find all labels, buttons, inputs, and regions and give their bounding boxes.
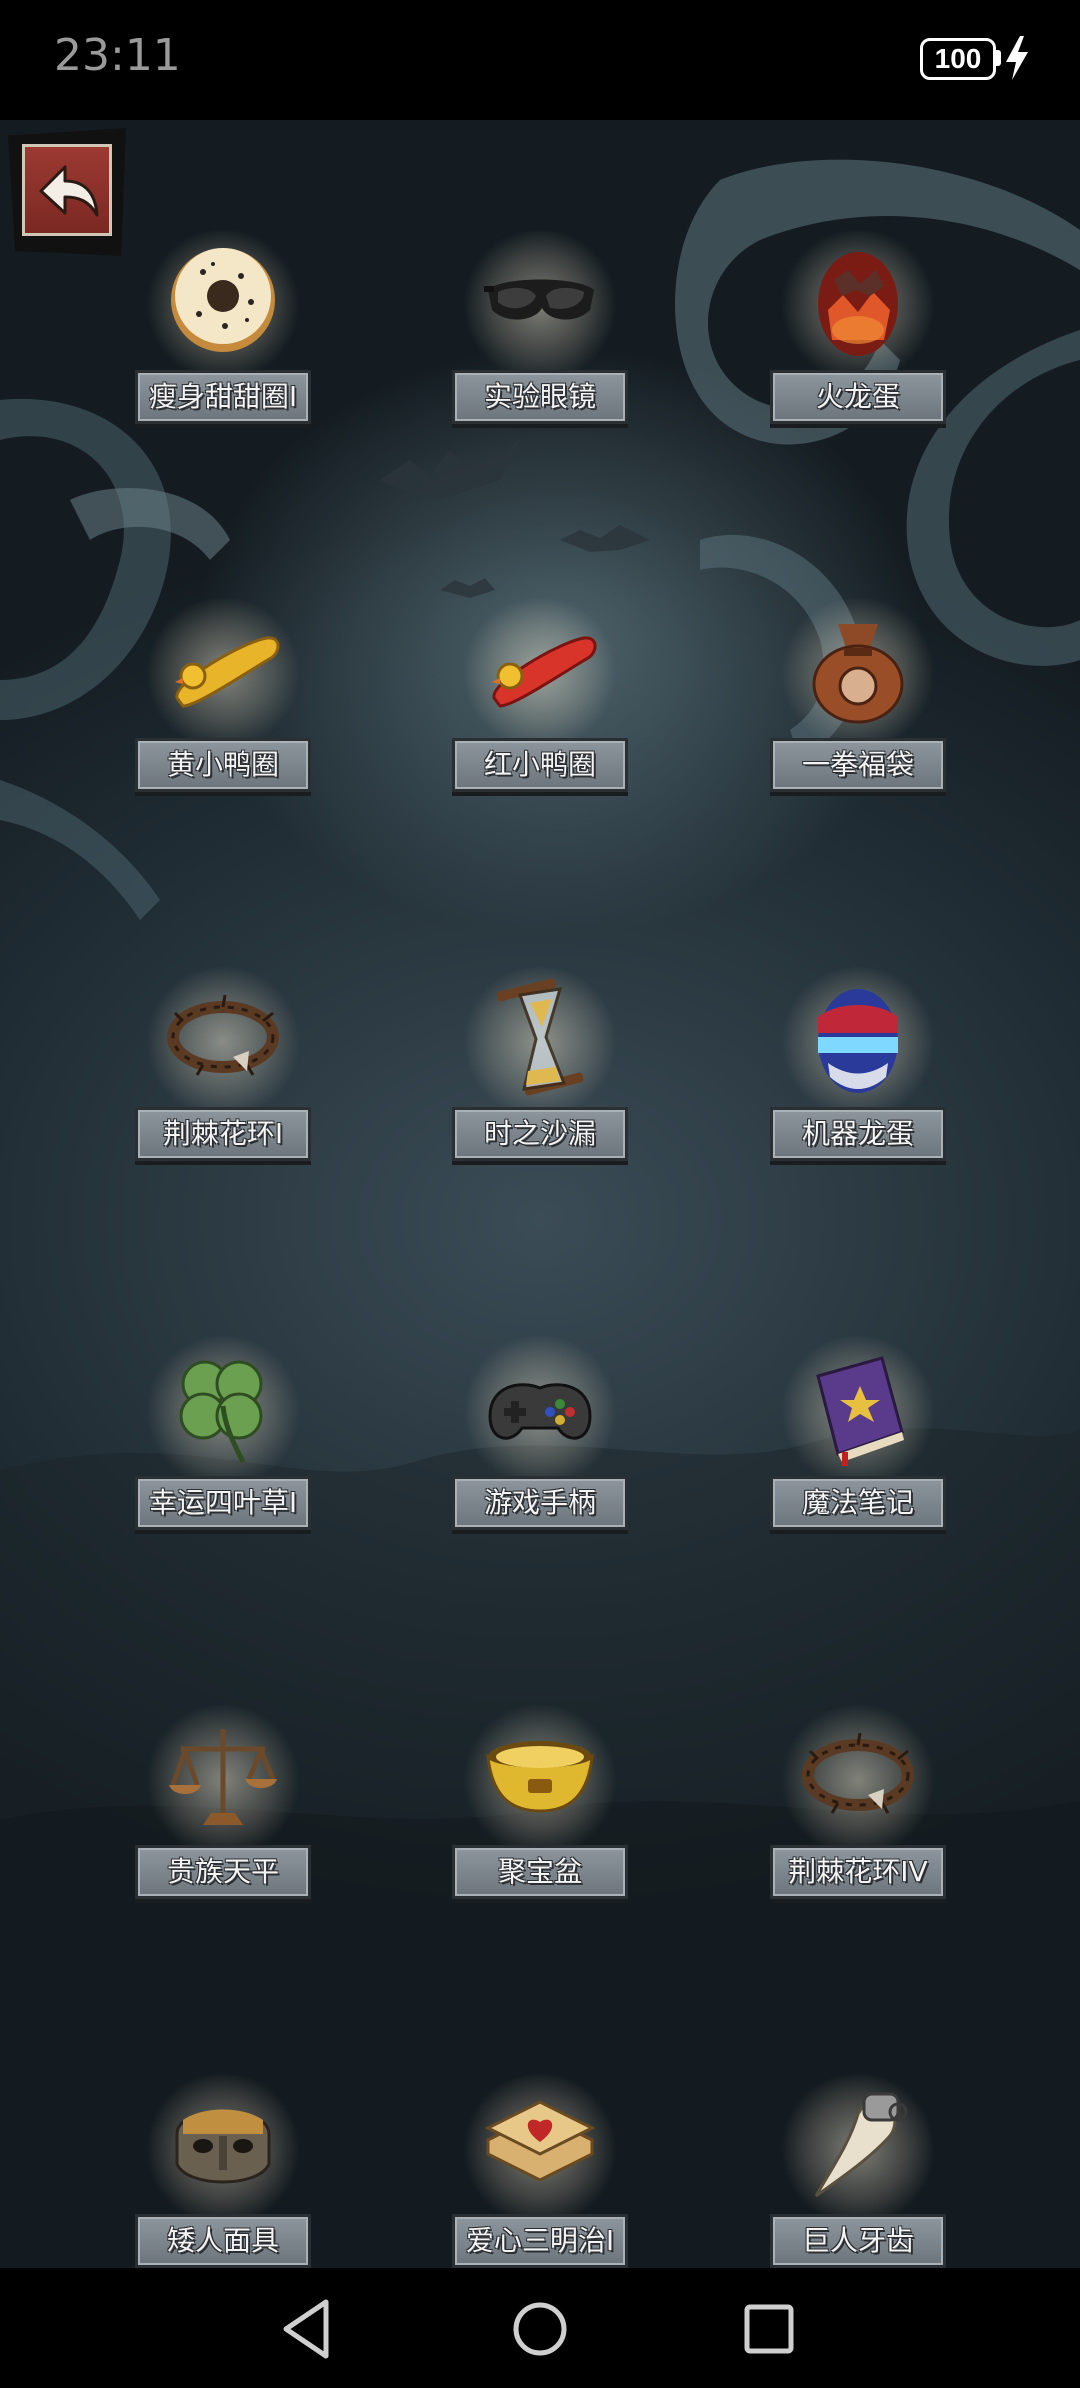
robot-dragon-egg-icon: [818, 989, 898, 1093]
item-slot[interactable]: 荆棘花环IV: [770, 1705, 946, 1905]
item-label: 巨人牙齿: [770, 2214, 946, 2268]
item-slot[interactable]: 矮人面具: [135, 2074, 311, 2268]
item-slot[interactable]: 火龙蛋: [770, 230, 946, 430]
back-button[interactable]: [8, 128, 126, 256]
game-screen: 瘦身甜甜圈I 实验眼镜 火龙蛋 黄小鸭圈 红小鸭圈 一拳福袋 荆棘花环I 时之沙…: [0, 120, 1080, 2268]
four-leaf-clover-icon: [179, 1360, 263, 1464]
item-slot[interactable]: 机器龙蛋: [770, 967, 946, 1167]
item-slot[interactable]: 实验眼镜: [452, 230, 628, 430]
item-slot[interactable]: 瘦身甜甜圈I: [135, 230, 311, 430]
thorn-wreath-icon: [167, 994, 279, 1076]
item-label: 荆棘花环IV: [770, 1845, 946, 1899]
item-slot[interactable]: 时之沙漏: [452, 967, 628, 1167]
item-slot[interactable]: 红小鸭圈: [452, 598, 628, 798]
giant-tooth-icon: [814, 2092, 908, 2198]
battery-indicator: 100: [920, 38, 996, 80]
item-slot[interactable]: 游戏手柄: [452, 1336, 628, 1536]
item-slot[interactable]: 爱心三明治I: [452, 2074, 628, 2268]
item-label: 一拳福袋: [770, 738, 946, 792]
item-slot[interactable]: 魔法笔记: [770, 1336, 946, 1536]
item-label: 机器龙蛋: [770, 1107, 946, 1161]
item-label: 红小鸭圈: [452, 738, 628, 792]
item-label: 矮人面具: [135, 2214, 311, 2268]
fist-lucky-bag-icon: [812, 624, 904, 724]
navigation-bar: [0, 2268, 1080, 2388]
gamepad-icon: [488, 1383, 592, 1440]
status-time: 23:11: [54, 30, 181, 81]
item-label: 魔法笔记: [770, 1476, 946, 1530]
item-slot[interactable]: 贵族天平: [135, 1705, 311, 1905]
item-label: 火龙蛋: [770, 370, 946, 424]
item-label: 时之沙漏: [452, 1107, 628, 1161]
item-label: 荆棘花环I: [135, 1107, 311, 1161]
item-label: 聚宝盆: [452, 1845, 628, 1899]
item-slot[interactable]: 一拳福袋: [770, 598, 946, 798]
thorn-wreath-icon: [802, 1732, 914, 1814]
status-bar: 23:11 100: [0, 0, 1080, 120]
item-label: 瘦身甜甜圈I: [135, 370, 311, 424]
goggles-icon: [484, 279, 594, 320]
circle-home-icon[interactable]: [505, 2294, 575, 2364]
dwarf-mask-icon: [175, 2109, 271, 2184]
item-slot[interactable]: 荆棘花环I: [135, 967, 311, 1167]
item-label: 幸运四叶草I: [135, 1476, 311, 1530]
yellow-duck-ring-icon: [175, 636, 280, 708]
item-slot[interactable]: 聚宝盆: [452, 1705, 628, 1905]
battery-tip: [996, 50, 1001, 66]
treasure-bowl-icon: [486, 1741, 594, 1813]
item-label: 黄小鸭圈: [135, 738, 311, 792]
fire-dragon-egg-icon: [818, 252, 898, 356]
item-slot[interactable]: 幸运四叶草I: [135, 1336, 311, 1536]
hourglass-icon: [496, 978, 584, 1096]
square-recents-icon[interactable]: [734, 2294, 804, 2364]
heart-sandwich-icon: [484, 2100, 596, 2182]
background-scenery: [0, 159, 1080, 2268]
balance-scale-icon: [169, 1729, 277, 1825]
donut-icon: [171, 248, 275, 352]
triangle-back-icon[interactable]: [272, 2294, 342, 2364]
item-slot[interactable]: 黄小鸭圈: [135, 598, 311, 798]
item-label: 游戏手柄: [452, 1476, 628, 1530]
item-label: 贵族天平: [135, 1845, 311, 1899]
charging-bolt-icon: [1006, 36, 1028, 80]
item-label: 爱心三明治I: [452, 2214, 628, 2268]
magic-book-icon: [816, 1356, 904, 1466]
item-slot[interactable]: 巨人牙齿: [770, 2074, 946, 2268]
item-label: 实验眼镜: [452, 370, 628, 424]
return-arrow-icon: [39, 165, 99, 217]
red-duck-ring-icon: [492, 636, 597, 708]
